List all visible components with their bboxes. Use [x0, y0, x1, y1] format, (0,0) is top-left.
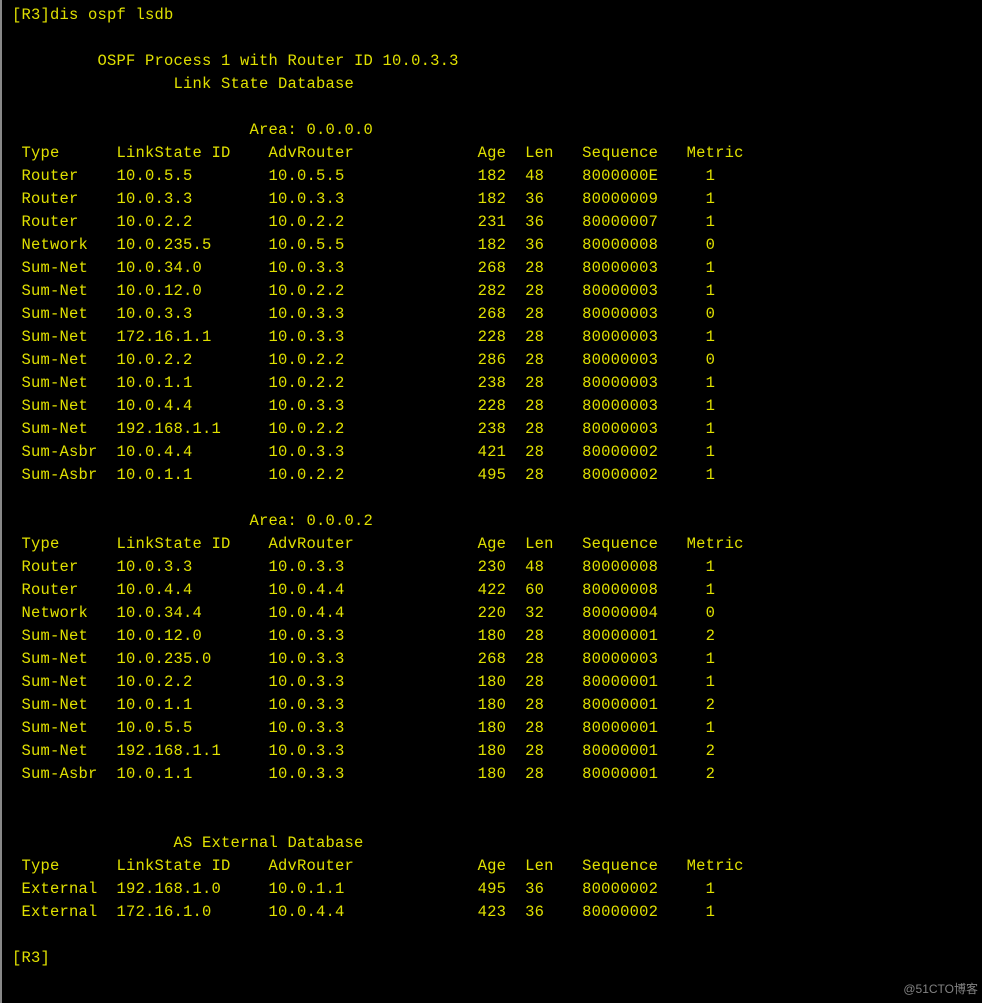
watermark-text: @51CTO博客: [903, 980, 978, 997]
terminal-output[interactable]: [R3]dis ospf lsdb OSPF Process 1 with Ro…: [0, 0, 982, 1003]
